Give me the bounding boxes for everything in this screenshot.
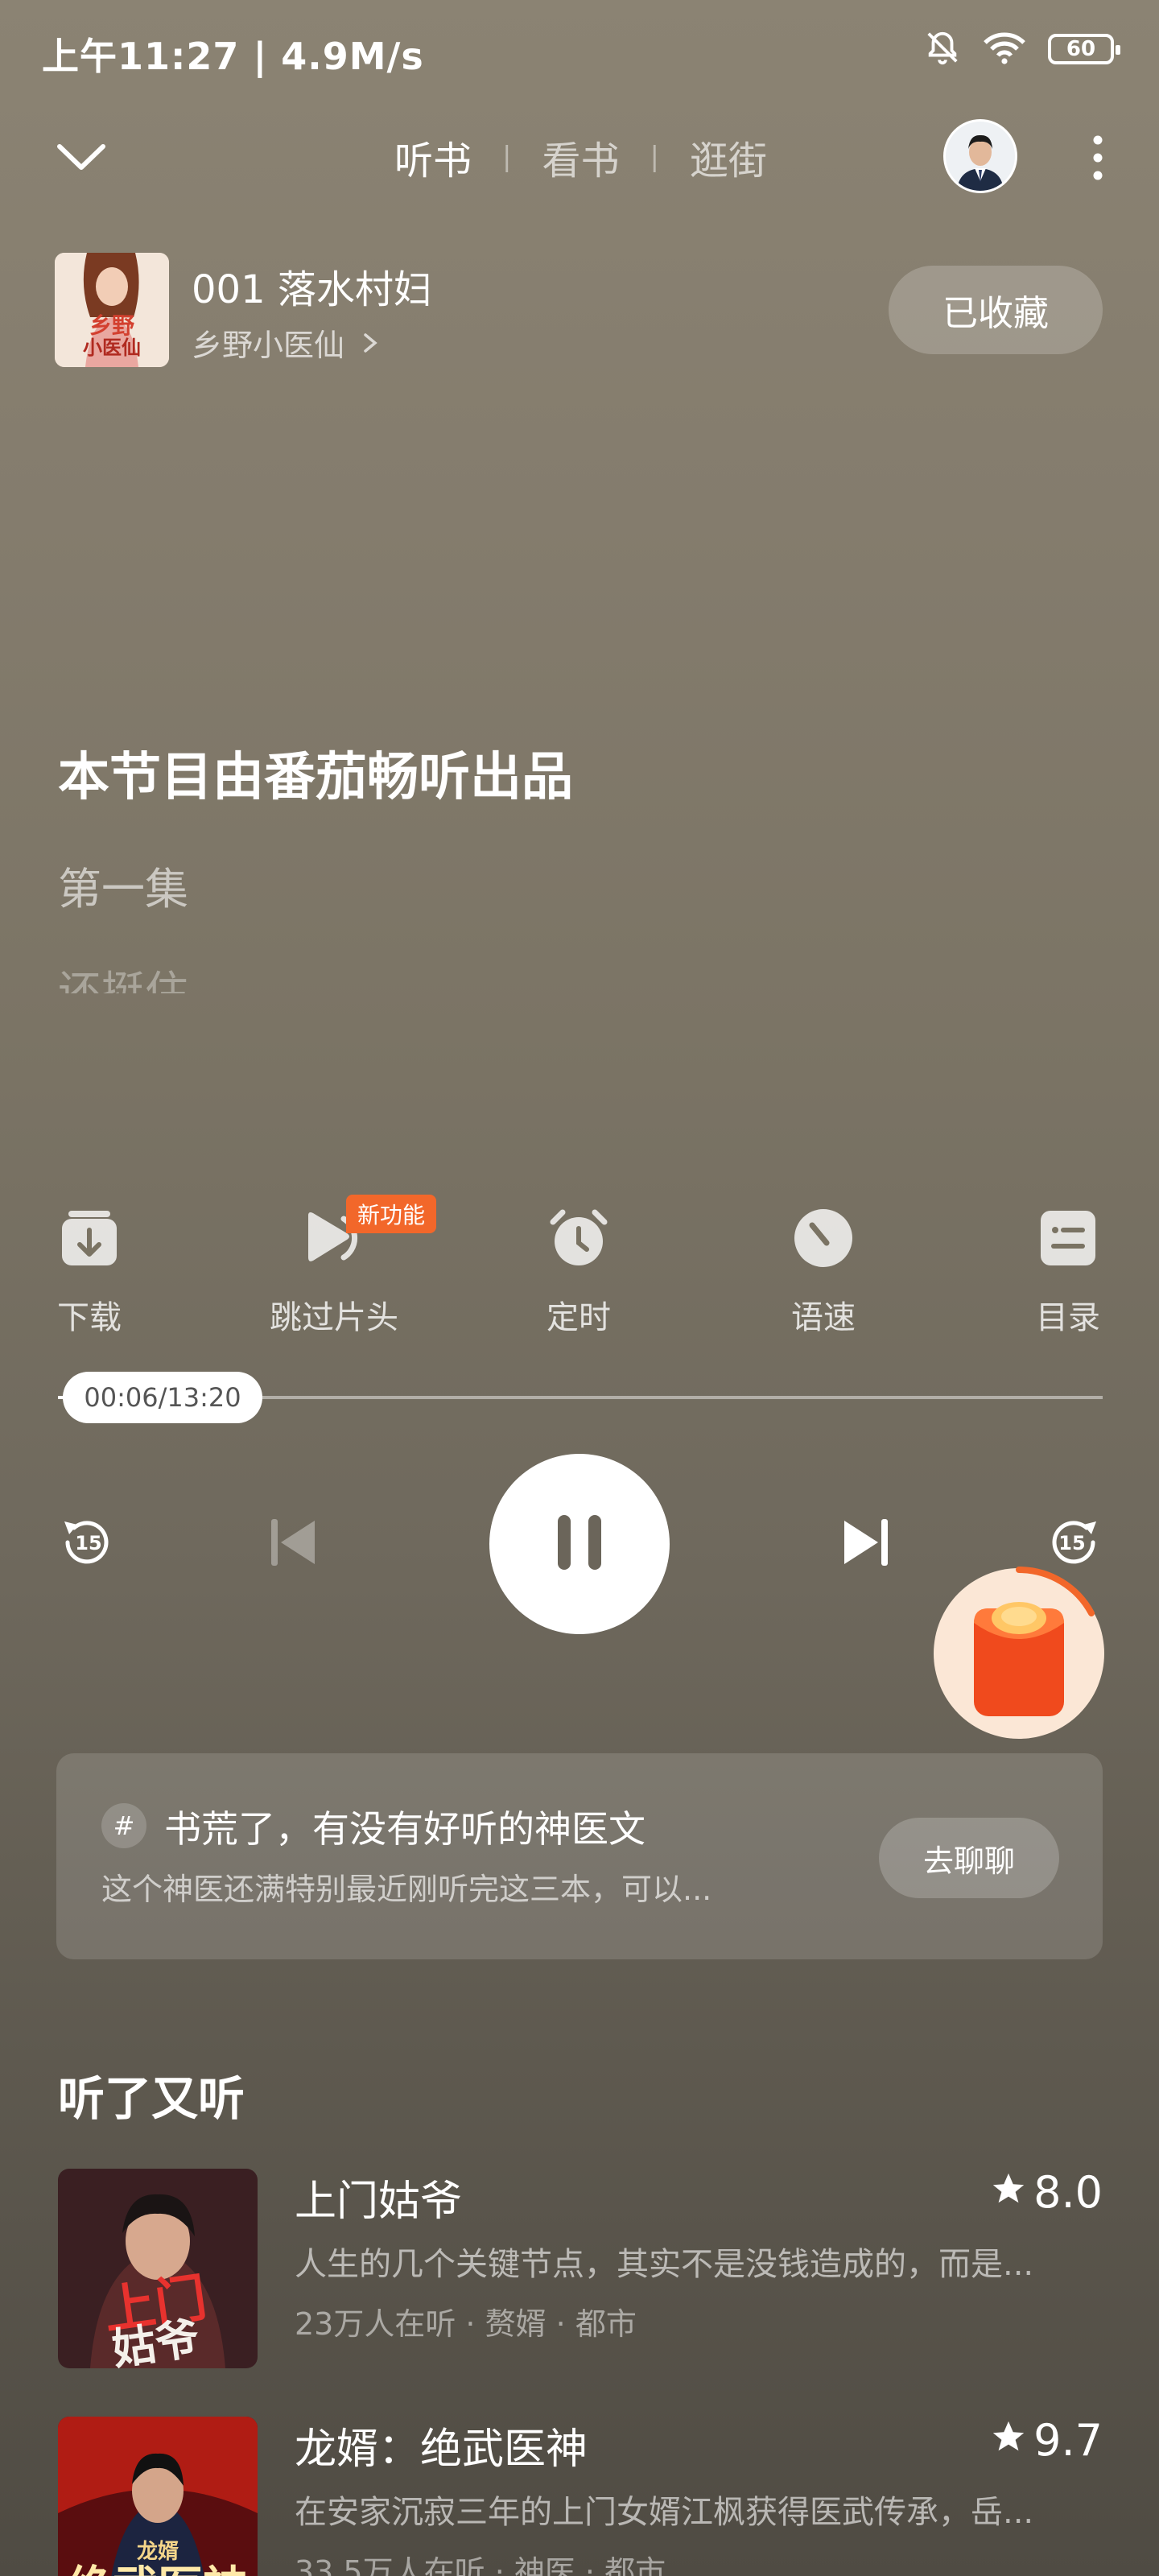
status-icons: 60: [924, 29, 1120, 69]
chat-subtitle: 这个神医还满特别最近刚听完这三本，可以...: [101, 1872, 712, 1907]
battery-level: 60: [1066, 37, 1096, 61]
rewind-15-button[interactable]: 15: [53, 1510, 121, 1578]
more-button[interactable]: [1080, 132, 1116, 187]
reward-fab[interactable]: [934, 1567, 1104, 1740]
skip-next-icon: [838, 1514, 894, 1574]
more-vertical-icon: [1080, 135, 1116, 187]
tool-label: 目录: [1036, 1299, 1100, 1336]
speed-button[interactable]: 语速: [751, 1208, 896, 1338]
rating-value: 8.0: [1033, 2167, 1103, 2218]
book-cover[interactable]: 乡野 小医仙: [55, 253, 169, 367]
tab-separator: |: [650, 141, 659, 173]
speed-icon: [793, 1208, 854, 1269]
list-item[interactable]: 上门 姑爷 上门姑爷 8.0 人生的几个关键节点，其实不是没钱造成的，而是...…: [0, 2167, 1159, 2376]
tool-label: 下载: [57, 1299, 122, 1336]
status-time: 上午11:27 | 4.9M/s: [42, 35, 424, 78]
catalog-button[interactable]: 目录: [996, 1208, 1140, 1338]
next-line: 第一集: [58, 864, 188, 914]
pause-icon: [551, 1512, 608, 1576]
list-item[interactable]: 龙婿 绝武医神 龙婿：绝武医神 9.7 在安家沉寂三年的上门女婿江枫获得医武传承…: [0, 2415, 1159, 2576]
book-title: 龙婿：绝武医神: [295, 2425, 588, 2474]
battery-icon: 60: [1048, 34, 1120, 64]
hashtag-icon: #: [101, 1803, 146, 1848]
tool-label: 语速: [791, 1299, 856, 1336]
section-title: 听了又听: [58, 2071, 245, 2126]
progress-thumb[interactable]: 00:06/13:20: [63, 1372, 262, 1423]
star-icon: [990, 2167, 1027, 2218]
chat-title: 书荒了，有没有好听的神医文: [164, 1807, 645, 1851]
pause-button[interactable]: [489, 1454, 670, 1634]
book-cover: 龙婿 绝武医神: [58, 2417, 258, 2576]
new-feature-badge: 新功能: [346, 1195, 437, 1233]
tool-label: 定时: [547, 1299, 611, 1336]
tab-shop[interactable]: 逛街: [690, 129, 767, 185]
chapter-title: 001 落水村妇: [192, 267, 432, 312]
book-name-link[interactable]: 乡野小医仙: [192, 320, 380, 365]
forward-label: 15: [1058, 1532, 1085, 1554]
book-description: 在安家沉寂三年的上门女婿江枫获得医武传承，岳...: [295, 2494, 1034, 2531]
rating: 8.0: [990, 2167, 1103, 2218]
download-icon: [59, 1208, 120, 1269]
chevron-down-icon: [53, 144, 109, 182]
rewind-15-icon: 15: [56, 1512, 118, 1576]
chat-card[interactable]: # 书荒了，有没有好听的神医文 这个神医还满特别最近刚听完这三本，可以... 去…: [56, 1753, 1103, 1959]
book-description: 人生的几个关键节点，其实不是没钱造成的，而是...: [295, 2246, 1034, 2283]
cover-title: 绝武医神: [68, 2562, 248, 2576]
star-icon: [990, 2415, 1027, 2466]
svg-text:龙婿: 龙婿: [137, 2540, 179, 2564]
timer-button[interactable]: 定时: [506, 1208, 651, 1338]
collapse-button[interactable]: [53, 134, 109, 182]
top-tabs: 听书 | 看书 | 逛街: [394, 129, 767, 185]
book-meta: 33.5万人在听 · 神医 · 都市: [295, 2554, 666, 2576]
tool-label: 跳过片头: [270, 1299, 398, 1336]
collect-button[interactable]: 已收藏: [889, 266, 1103, 354]
book-cover: 上门 姑爷: [58, 2169, 258, 2368]
catalog-icon: [1037, 1208, 1099, 1269]
status-bar: 上午11:27 | 4.9M/s 60: [0, 0, 1159, 97]
chevron-right-icon: [361, 328, 380, 363]
current-line: 本节目由番茄畅听出品: [58, 748, 573, 807]
download-button[interactable]: 下载: [17, 1208, 162, 1338]
svg-text:小医仙: 小医仙: [83, 336, 141, 359]
go-chat-button[interactable]: 去聊聊: [879, 1818, 1059, 1898]
skip-previous-icon: [265, 1514, 321, 1574]
rating-value: 9.7: [1033, 2415, 1103, 2466]
book-title: 上门姑爷: [295, 2178, 463, 2226]
alarm-clock-icon: [548, 1208, 609, 1269]
tab-listen[interactable]: 听书: [394, 129, 472, 185]
faded-line: 还挺住: [58, 967, 188, 993]
next-button[interactable]: [832, 1510, 900, 1578]
red-envelope-icon: [934, 1567, 1104, 1740]
tab-read[interactable]: 看书: [542, 129, 619, 185]
avatar[interactable]: [943, 119, 1017, 193]
tab-separator: |: [502, 141, 512, 173]
book-meta: 23万人在听 · 赘婿 · 都市: [295, 2306, 637, 2342]
previous-button[interactable]: [259, 1510, 327, 1578]
bell-off-icon: [924, 29, 961, 69]
rating: 9.7: [990, 2415, 1103, 2466]
rewind-label: 15: [75, 1532, 101, 1554]
wifi-icon: [982, 29, 1027, 69]
book-name: 乡野小医仙: [192, 328, 345, 363]
